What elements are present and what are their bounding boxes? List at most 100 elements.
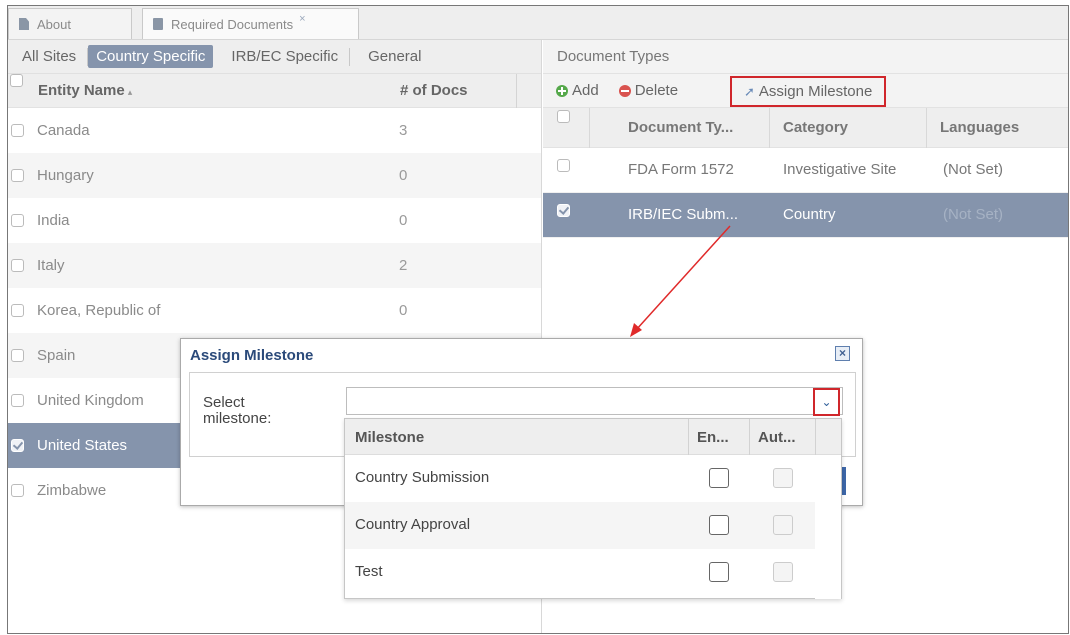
doc-count: 3 bbox=[399, 122, 408, 139]
column-divider bbox=[688, 419, 689, 455]
assign-arrow-icon: ➚ bbox=[744, 83, 755, 99]
en-column-header[interactable]: En... bbox=[697, 429, 729, 446]
milestone-name: Country Submission bbox=[355, 469, 490, 486]
dialog-button-edge bbox=[842, 467, 846, 495]
row-checkbox[interactable] bbox=[11, 394, 24, 407]
document-types-header: Document Ty... Category Languages bbox=[543, 108, 1068, 148]
entity-name: United States bbox=[37, 437, 128, 454]
category-column-header[interactable]: Category bbox=[783, 119, 848, 136]
column-divider bbox=[769, 108, 770, 148]
entity-name: Korea, Republic of bbox=[37, 302, 161, 319]
list-item[interactable]: Test bbox=[345, 549, 841, 596]
assign-milestone-label: Assign Milestone bbox=[758, 83, 873, 100]
entity-name: Italy bbox=[37, 257, 65, 274]
languages-cell: (Not Set) bbox=[943, 206, 1004, 223]
add-button[interactable]: Add bbox=[556, 82, 599, 99]
close-icon[interactable]: × bbox=[835, 346, 850, 361]
assign-milestone-button[interactable]: ➚ Assign Milestone bbox=[730, 76, 887, 107]
document-type-column-header[interactable]: Document Ty... bbox=[628, 119, 733, 136]
category-cell: Investigative Site bbox=[783, 161, 897, 178]
clipboard-icon bbox=[153, 18, 163, 30]
doc-count: 0 bbox=[399, 302, 408, 319]
doc-count: 0 bbox=[399, 212, 408, 229]
column-divider bbox=[926, 108, 927, 148]
document-type-cell: FDA Form 1572 bbox=[628, 161, 734, 178]
subtab-general[interactable]: General bbox=[360, 45, 429, 68]
table-row[interactable]: Korea, Republic of 0 bbox=[8, 288, 541, 333]
row-checkbox-checked[interactable] bbox=[557, 204, 570, 217]
milestone-name: Test bbox=[355, 563, 383, 580]
auto-checkbox bbox=[773, 468, 793, 488]
milestone-select[interactable]: ⌄ bbox=[346, 387, 843, 416]
entity-name-column-header[interactable]: Entity Name ▴ bbox=[38, 82, 132, 99]
document-types-toolbar: Add Delete ➚ Assign Milestone bbox=[543, 74, 1068, 108]
auto-checkbox bbox=[773, 515, 793, 535]
entity-name: Hungary bbox=[37, 167, 94, 184]
row-checkbox[interactable] bbox=[11, 214, 24, 227]
milestone-dropdown-list: Milestone En... Aut... Country Submissio… bbox=[344, 418, 842, 599]
entity-name: Zimbabwe bbox=[37, 482, 107, 499]
doc-count: 0 bbox=[399, 167, 408, 184]
subtab-all-sites[interactable]: All Sites bbox=[14, 45, 89, 68]
entity-name: Canada bbox=[37, 122, 90, 139]
row-checkbox[interactable] bbox=[11, 349, 24, 362]
row-checkbox[interactable] bbox=[11, 169, 24, 182]
languages-cell: (Not Set) bbox=[943, 161, 1004, 178]
entity-grid-header: Entity Name ▴ # of Docs bbox=[8, 74, 541, 108]
aut-column-header[interactable]: Aut... bbox=[758, 429, 796, 446]
milestone-list-header: Milestone En... Aut... bbox=[345, 419, 841, 455]
dialog-title: Assign Milestone bbox=[190, 347, 314, 364]
list-item[interactable]: Country Approval bbox=[345, 502, 841, 549]
enabled-checkbox[interactable] bbox=[709, 562, 729, 582]
add-label: Add bbox=[572, 82, 599, 99]
languages-column-header[interactable]: Languages bbox=[940, 119, 1019, 136]
entity-name: Spain bbox=[37, 347, 76, 364]
table-row-selected[interactable]: IRB/IEC Subm... Country (Not Set) bbox=[543, 193, 1068, 238]
select-all-checkbox[interactable] bbox=[557, 110, 570, 123]
add-icon bbox=[556, 84, 568, 97]
row-checkbox[interactable] bbox=[11, 484, 24, 497]
table-row[interactable]: Hungary 0 bbox=[8, 153, 541, 198]
tab-about-label: About bbox=[37, 16, 71, 32]
enabled-checkbox[interactable] bbox=[709, 515, 729, 535]
entity-name: India bbox=[37, 212, 70, 229]
column-divider bbox=[589, 108, 590, 148]
entity-name: United Kingdom bbox=[37, 392, 144, 409]
tab-required-documents[interactable]: Required Documents × bbox=[142, 8, 359, 39]
main-tab-strip: About Required Documents × bbox=[8, 6, 1068, 40]
list-scrollbar[interactable] bbox=[815, 455, 841, 599]
table-row[interactable]: India 0 bbox=[8, 198, 541, 243]
row-checkbox-checked[interactable] bbox=[11, 439, 24, 452]
doc-count: 2 bbox=[399, 257, 408, 274]
close-tab-icon[interactable]: × bbox=[299, 13, 305, 25]
delete-icon bbox=[618, 84, 631, 97]
enabled-checkbox[interactable] bbox=[709, 468, 729, 488]
row-checkbox[interactable] bbox=[11, 304, 24, 317]
row-checkbox[interactable] bbox=[11, 124, 24, 137]
document-types-title: Document Types bbox=[543, 40, 1068, 74]
column-divider bbox=[815, 419, 816, 455]
table-row[interactable]: Italy 2 bbox=[8, 243, 541, 288]
subtab-country-specific[interactable]: Country Specific bbox=[88, 45, 214, 68]
select-all-checkbox[interactable] bbox=[10, 74, 23, 87]
delete-label: Delete bbox=[634, 82, 679, 99]
table-row[interactable]: FDA Form 1572 Investigative Site (Not Se… bbox=[543, 148, 1068, 193]
select-milestone-label: Select milestone: bbox=[203, 394, 272, 427]
chevron-down-icon[interactable]: ⌄ bbox=[813, 388, 840, 416]
document-type-cell: IRB/IEC Subm... bbox=[628, 206, 739, 223]
docs-count-column-header[interactable]: # of Docs bbox=[400, 82, 468, 99]
entity-subtabs: All Sites Country Specific IRB/EC Specif… bbox=[8, 40, 541, 74]
list-item[interactable]: Country Submission bbox=[345, 455, 841, 502]
table-row[interactable]: Canada 3 bbox=[8, 108, 541, 153]
tab-about[interactable]: About bbox=[8, 8, 132, 39]
delete-button[interactable]: Delete bbox=[618, 82, 679, 99]
milestone-column-header[interactable]: Milestone bbox=[355, 429, 424, 446]
subtab-irb-ec-specific[interactable]: IRB/EC Specific bbox=[223, 45, 350, 68]
row-checkbox[interactable] bbox=[11, 259, 24, 272]
document-icon bbox=[19, 18, 29, 30]
tab-required-documents-label: Required Documents bbox=[171, 16, 294, 32]
milestone-name: Country Approval bbox=[355, 516, 471, 533]
column-divider bbox=[749, 419, 750, 455]
category-cell: Country bbox=[783, 206, 836, 223]
row-checkbox[interactable] bbox=[557, 159, 570, 172]
